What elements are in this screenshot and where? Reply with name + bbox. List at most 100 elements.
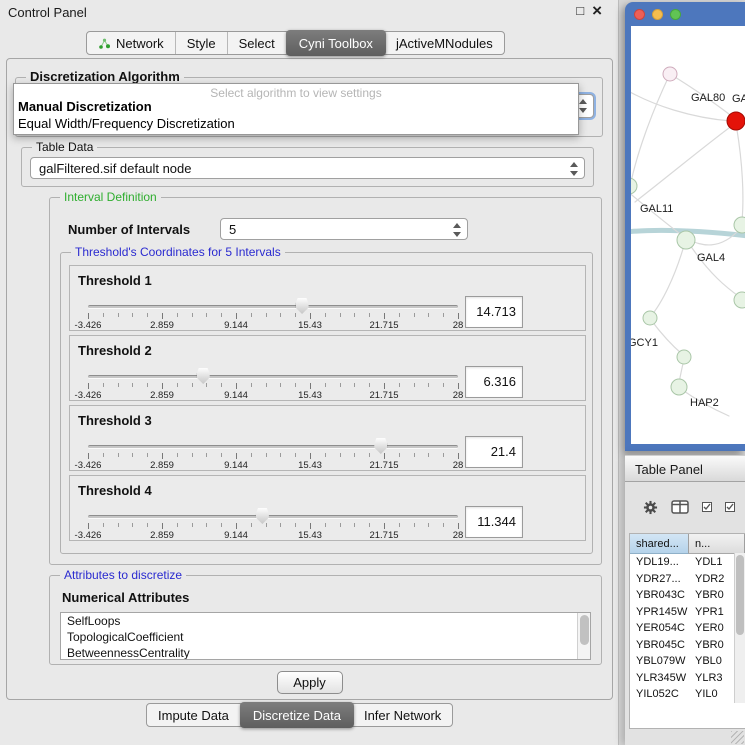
network-node[interactable] [671, 379, 687, 395]
number-of-intervals-combo[interactable]: 5 [220, 218, 468, 240]
table-row[interactable]: YIL052CYIL0 [630, 686, 745, 703]
slider-thumb[interactable] [374, 438, 387, 454]
tab-jactivemnodules[interactable]: jActiveMNodules [385, 32, 504, 54]
tick-mark [354, 453, 355, 457]
network-edge[interactable] [736, 124, 743, 221]
network-node[interactable] [631, 178, 637, 194]
tab-cyni-toolbox[interactable]: Cyni Toolbox [286, 30, 386, 56]
table-data-combo[interactable]: galFiltered.sif default node [30, 157, 585, 179]
network-node[interactable] [677, 231, 695, 249]
threshold-value-field[interactable]: 21.4 [465, 436, 523, 468]
tab-select[interactable]: Select [228, 32, 287, 54]
tab-impute-data[interactable]: Impute Data [147, 704, 241, 726]
network-node[interactable] [734, 292, 745, 308]
network-node[interactable] [734, 217, 745, 233]
table-row[interactable]: YBR043CYBR0 [630, 587, 745, 604]
threshold-slider[interactable]: -3.4262.8599.14415.4321.71528 [88, 300, 458, 330]
node-label: GAL11 [640, 203, 673, 215]
tick-label: 9.144 [224, 530, 248, 541]
thresholds-group-label: Threshold's Coordinates for 5 Intervals [71, 245, 285, 259]
table-row[interactable]: YDR27...YDR2 [630, 571, 745, 588]
threshold-slider[interactable]: -3.4262.8599.14415.4321.71528 [88, 370, 458, 400]
threshold-value-field[interactable]: 6.316 [465, 366, 523, 398]
tick-mark [177, 523, 178, 527]
list-scrollbar[interactable] [577, 613, 590, 659]
table-row[interactable]: YBR045CYBR0 [630, 637, 745, 654]
tick-label: 9.144 [224, 460, 248, 471]
tab-discretize-data[interactable]: Discretize Data [240, 702, 354, 728]
threshold-value-field[interactable]: 11.344 [465, 506, 523, 538]
slider-track [88, 515, 458, 519]
table-row[interactable]: YLR345WYLR3 [630, 670, 745, 687]
network-node[interactable] [677, 350, 691, 364]
apply-button[interactable]: Apply [277, 671, 343, 694]
tick-mark [414, 453, 415, 457]
numerical-attribute-item[interactable]: BetweennessCentrality [61, 645, 590, 660]
float-window-icon[interactable]: □ [576, 2, 584, 20]
tick-mark [310, 313, 311, 319]
shared-name-cell: YDR27... [630, 571, 689, 588]
table-data-combo-value: galFiltered.sif default node [39, 161, 191, 176]
table-scrollbar[interactable] [734, 553, 745, 703]
close-window-icon[interactable] [634, 9, 645, 20]
tick-label: -3.426 [75, 530, 102, 541]
tick-mark [162, 523, 163, 529]
tick-mark [103, 313, 104, 317]
table-row[interactable]: YER054CYER0 [630, 620, 745, 637]
checkbox-checked-icon[interactable] [702, 502, 712, 512]
list-scrollbar-thumb[interactable] [580, 615, 589, 645]
combo-spinner-icon [579, 99, 588, 113]
resize-grip[interactable] [731, 731, 744, 744]
network-node[interactable] [663, 67, 677, 81]
network-edge[interactable] [631, 76, 669, 182]
network-edge[interactable] [688, 242, 741, 298]
slider-thumb[interactable] [296, 298, 309, 314]
algorithm-option[interactable]: Manual Discretization [18, 99, 152, 114]
network-node[interactable] [727, 112, 745, 130]
table-row[interactable]: YBL079WYBL0 [630, 653, 745, 670]
numerical-attributes-list[interactable]: SelfLoopsTopologicalCoefficientBetweenne… [60, 612, 591, 660]
network-node[interactable] [643, 311, 657, 325]
threshold-slider[interactable]: -3.4262.8599.14415.4321.71528 [88, 440, 458, 470]
tick-mark [147, 523, 148, 527]
network-view-window[interactable]: GAL80GAGAL11GAL4GCY1HAP2 [625, 2, 745, 451]
tick-mark [118, 523, 119, 527]
zoom-window-icon[interactable] [670, 9, 681, 20]
table-row[interactable]: YPR145WYPR1 [630, 604, 745, 621]
checkbox-checked-icon[interactable] [725, 502, 735, 512]
tick-mark [399, 523, 400, 527]
threshold-value-field[interactable]: 14.713 [465, 296, 523, 328]
threshold-slider[interactable]: -3.4262.8599.14415.4321.71528 [88, 510, 458, 540]
network-edge[interactable] [635, 125, 733, 202]
slider-thumb[interactable] [256, 508, 269, 524]
table-row[interactable]: YDL19...YDL1 [630, 554, 745, 571]
table-toolbar [643, 495, 735, 519]
tick-mark [132, 383, 133, 387]
network-edge[interactable] [651, 242, 685, 316]
tick-mark [295, 383, 296, 387]
gear-icon[interactable] [643, 500, 658, 515]
numerical-attribute-item[interactable]: SelfLoops [61, 613, 590, 629]
minimize-window-icon[interactable] [652, 9, 663, 20]
column-header-name[interactable]: n... [689, 534, 745, 554]
tick-mark [118, 313, 119, 317]
algorithm-option[interactable]: Equal Width/Frequency Discretization [18, 116, 235, 131]
tick-mark [147, 313, 148, 317]
close-icon[interactable]: × [592, 2, 602, 20]
table-scrollbar-thumb[interactable] [736, 555, 744, 635]
column-header-shared-name[interactable]: shared... [630, 534, 689, 554]
tick-mark [340, 523, 341, 527]
numerical-attribute-item[interactable]: TopologicalCoefficient [61, 629, 590, 645]
bottom-tab-strip: Impute DataDiscretize DataInfer Network [146, 703, 453, 727]
tab-network[interactable]: Network [87, 32, 176, 54]
network-canvas[interactable]: GAL80GAGAL11GAL4GCY1HAP2 [631, 26, 745, 444]
tick-mark [414, 313, 415, 317]
tick-mark [280, 313, 281, 317]
columns-icon[interactable] [671, 500, 689, 514]
tab-infer-network[interactable]: Infer Network [353, 704, 452, 726]
discretization-algorithm-label: Discretization Algorithm [26, 69, 184, 84]
tick-mark [251, 313, 252, 317]
network-icon [98, 37, 111, 50]
slider-thumb[interactable] [197, 368, 210, 384]
tab-style[interactable]: Style [176, 32, 228, 54]
